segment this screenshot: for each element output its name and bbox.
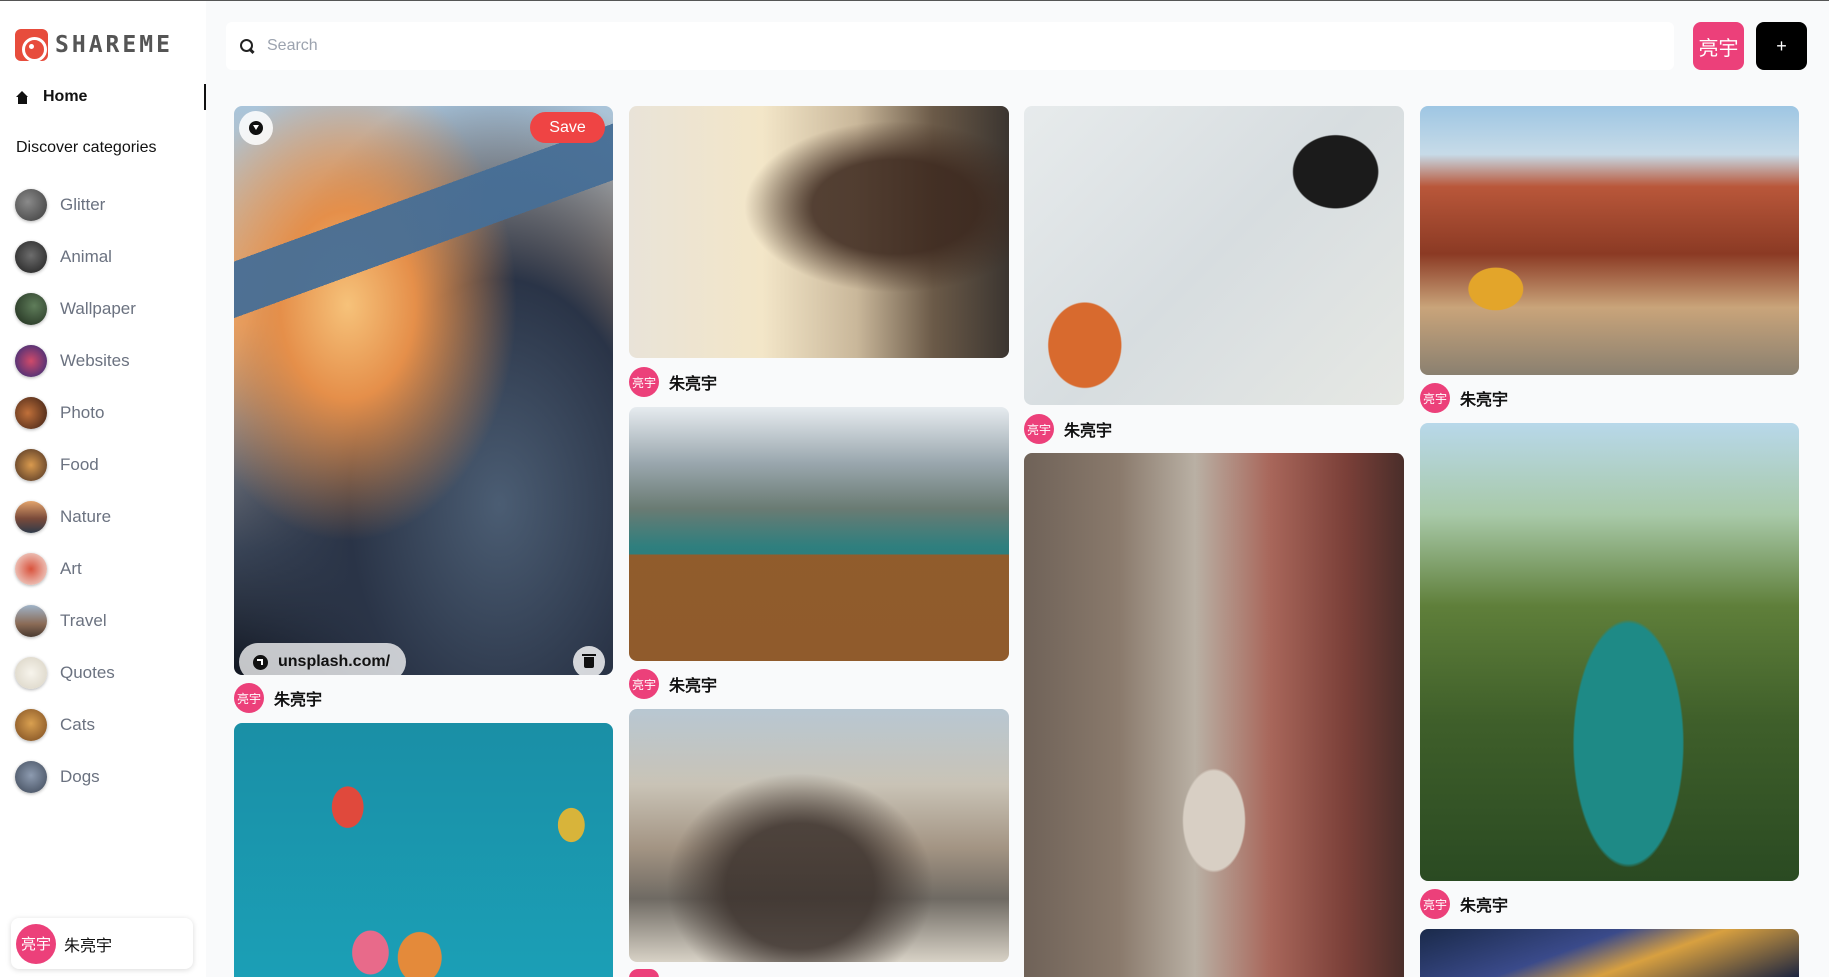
category-thumbnail [15, 189, 47, 221]
sidebar-item-dogs[interactable]: Dogs [15, 751, 136, 803]
category-thumbnail [15, 293, 47, 325]
pin-author-partial [629, 969, 659, 977]
camera-logo-icon [15, 29, 48, 62]
user-name: 朱亮宇 [64, 937, 113, 955]
avatar: 亮宇 [234, 683, 264, 713]
logo-text: SHAREME [55, 32, 173, 58]
create-pin-button[interactable]: + [1756, 22, 1807, 70]
sidebar-item-home[interactable]: Home [16, 84, 206, 110]
category-thumbnail [15, 657, 47, 689]
author-name: 朱亮宇 [1064, 423, 1113, 440]
external-link-icon [253, 654, 268, 670]
pin-image[interactable] [1024, 453, 1404, 977]
sidebar-item-label: Quotes [60, 663, 115, 682]
author-name: 朱亮宇 [1460, 898, 1509, 915]
sidebar-item-glitter[interactable]: Glitter [15, 179, 136, 231]
author-name: 朱亮宇 [669, 376, 718, 393]
category-thumbnail [15, 345, 47, 377]
user-avatar-button[interactable]: 亮宇 [1693, 22, 1744, 70]
pin-author[interactable]: 亮宇 朱亮宇 [1420, 889, 1508, 919]
avatar: 亮宇 [629, 669, 659, 699]
sidebar-item-websites[interactable]: Websites [15, 335, 136, 387]
author-name: 朱亮宇 [274, 692, 323, 709]
source-link-text: unsplash.com/ [278, 653, 391, 670]
pin-image[interactable] [629, 709, 1009, 962]
author-name: 朱亮宇 [1460, 392, 1509, 409]
sidebar-item-food[interactable]: Food [15, 439, 136, 491]
sidebar-item-label: Cats [60, 715, 95, 734]
pin-image[interactable] [1420, 929, 1799, 977]
save-button[interactable]: Save [530, 112, 605, 143]
pin-author[interactable]: 亮宇 朱亮宇 [234, 683, 322, 713]
sidebar-item-label: Websites [60, 351, 130, 370]
logo[interactable]: SHAREME [15, 29, 173, 62]
sidebar-item-label: Wallpaper [60, 299, 136, 318]
category-thumbnail [15, 397, 47, 429]
category-thumbnail [15, 709, 47, 741]
sidebar-item-wallpaper[interactable]: Wallpaper [15, 283, 136, 335]
category-thumbnail [15, 501, 47, 533]
home-icon [16, 90, 29, 104]
user-profile-link[interactable]: 亮宇 朱亮宇 [11, 918, 193, 969]
sidebar-item-art[interactable]: Art [15, 543, 136, 595]
category-thumbnail [15, 605, 47, 637]
sidebar-item-cats[interactable]: Cats [15, 699, 136, 751]
category-list: Glitter Animal Wallpaper Websites Photo … [15, 179, 136, 803]
pin-image[interactable] [1420, 423, 1799, 881]
source-link[interactable]: unsplash.com/ [239, 643, 407, 675]
sidebar-item-label: Food [60, 455, 99, 474]
avatar: 亮宇 [1420, 383, 1450, 413]
category-thumbnail [15, 761, 47, 793]
pin-image[interactable] [629, 407, 1009, 661]
avatar: 亮宇 [16, 923, 56, 964]
download-icon [249, 121, 263, 135]
avatar: 亮宇 [629, 367, 659, 397]
sidebar-item-label: Home [43, 88, 88, 105]
pin-image[interactable]: Save unsplash.com/ [234, 106, 613, 675]
sidebar: SHAREME Home Discover categories Glitter… [0, 1, 206, 977]
sidebar-item-nature[interactable]: Nature [15, 491, 136, 543]
search-bar [226, 22, 1674, 70]
sidebar-item-label: Photo [60, 403, 105, 422]
pin-author[interactable]: 亮宇 朱亮宇 [1024, 414, 1112, 444]
delete-button[interactable] [573, 646, 605, 675]
category-thumbnail [15, 449, 47, 481]
avatar: 亮宇 [1420, 889, 1450, 919]
sidebar-item-label: Dogs [60, 767, 100, 786]
sidebar-item-label: Glitter [60, 195, 106, 214]
category-thumbnail [15, 241, 47, 273]
sidebar-item-animal[interactable]: Animal [15, 231, 136, 283]
sidebar-item-travel[interactable]: Travel [15, 595, 136, 647]
category-thumbnail [15, 553, 47, 585]
search-input[interactable] [267, 37, 1647, 55]
sidebar-item-quotes[interactable]: Quotes [15, 647, 136, 699]
discover-categories-heading: Discover categories [16, 139, 157, 156]
author-name: 朱亮宇 [669, 678, 718, 695]
sidebar-item-label: Travel [60, 611, 107, 630]
pin-author[interactable]: 亮宇 朱亮宇 [629, 367, 717, 397]
download-button[interactable] [239, 111, 273, 145]
search-icon [240, 38, 255, 54]
pin-author[interactable]: 亮宇 朱亮宇 [629, 669, 717, 699]
sidebar-item-label: Nature [60, 507, 112, 526]
pin-image[interactable] [629, 106, 1009, 358]
pin-author[interactable]: 亮宇 朱亮宇 [1420, 383, 1508, 413]
trash-icon [582, 653, 596, 668]
sidebar-item-photo[interactable]: Photo [15, 387, 136, 439]
pin-image[interactable] [234, 723, 613, 977]
sidebar-item-label: Animal [60, 247, 112, 266]
pin-image[interactable] [1420, 106, 1799, 375]
sidebar-item-label: Art [60, 559, 82, 578]
avatar: 亮宇 [1024, 414, 1054, 444]
pin-image[interactable] [1024, 106, 1404, 405]
